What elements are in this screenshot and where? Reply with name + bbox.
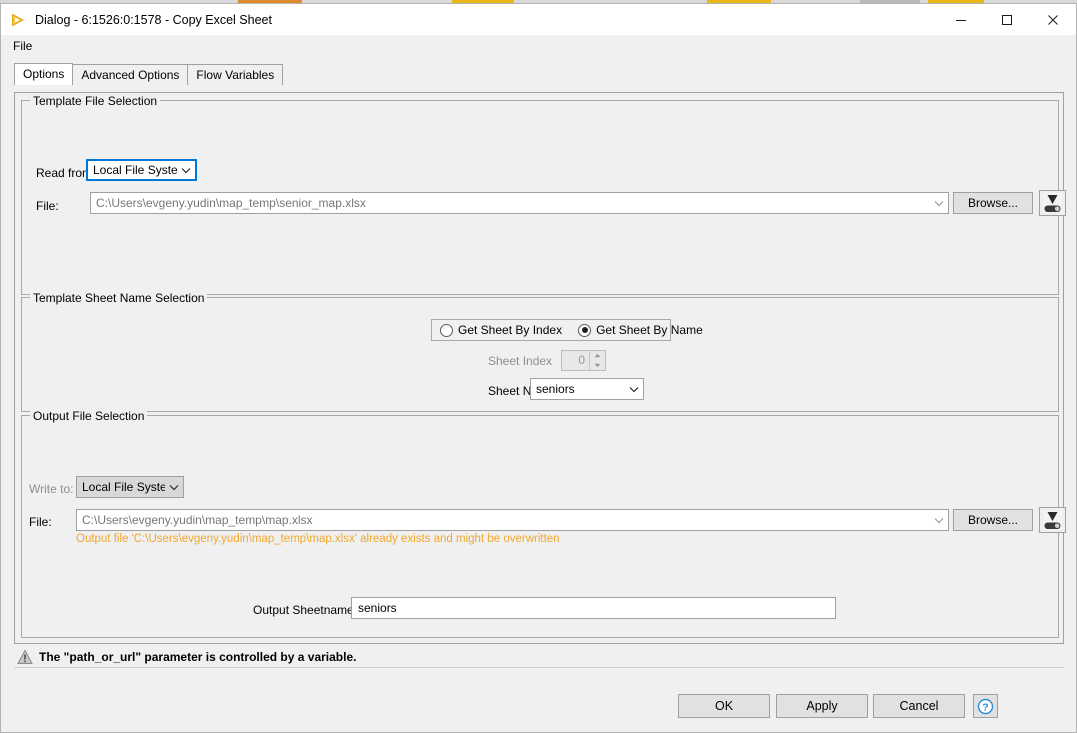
status-message: The "path_or_url" parameter is controlle… [39,649,357,664]
sheet-name-combo[interactable]: seniors [530,378,644,400]
window-controls [938,4,1076,35]
radio-get-sheet-by-index[interactable]: Get Sheet By Index [432,323,570,337]
cancel-button[interactable]: Cancel [873,694,965,718]
output-file-selection-title: Output File Selection [30,409,148,423]
template-flow-variable-button[interactable] [1039,190,1066,216]
output-file-selection-group: Output File Selection Write to: Local Fi… [21,409,1066,638]
output-file-path-combo[interactable]: C:\Users\evgeny.yudin\map_temp\map.xlsx [76,509,949,531]
write-to-combo[interactable]: Local File System [76,476,184,498]
output-overwrite-warning: Output file 'C:\Users\evgeny.yudin\map_t… [76,533,560,545]
write-to-value: Local File System [82,480,165,494]
spinner-arrows[interactable] [589,351,605,370]
menu-bar: File [1,35,1076,56]
chevron-down-icon [930,517,948,524]
options-tab-panel: Template File Selection Read from: Local… [14,92,1066,644]
radio-label-index: Get Sheet By Index [458,323,563,337]
apply-button[interactable]: Apply [776,694,868,718]
sheet-index-label: Sheet Index [488,354,553,368]
template-browse-button[interactable]: Browse... [953,192,1033,214]
read-from-value: Local File System [93,163,177,177]
tab-options[interactable]: Options [14,63,74,85]
template-file-selection-title: Template File Selection [30,94,161,108]
svg-text:?: ? [982,701,988,713]
write-to-label: Write to: [29,482,74,496]
template-file-selection-group: Template File Selection Read from: Local… [21,94,1066,295]
output-file-path-value: C:\Users\evgeny.yudin\map_temp\map.xlsx [82,513,313,527]
output-browse-button[interactable]: Browse... [953,509,1033,531]
output-sheetname-label: Output Sheetname [253,603,354,617]
tab-flow-variables[interactable]: Flow Variables [187,64,284,85]
help-question-icon: ? [977,698,994,714]
output-file-label: File: [29,515,52,529]
window-title: Dialog - 6:1526:0:1578 - Copy Excel Shee… [35,12,272,27]
spinner-up-icon[interactable] [590,351,605,361]
dialog-button-bar: OK Apply Cancel ? [2,679,1075,732]
tab-advanced-options[interactable]: Advanced Options [72,64,189,85]
template-file-path-combo[interactable]: C:\Users\evgeny.yudin\map_temp\senior_ma… [90,192,949,214]
chevron-down-icon [625,386,643,393]
radio-dot-name [578,323,592,337]
minimize-icon[interactable] [938,4,984,35]
output-sheetname-input[interactable]: seniors [351,597,836,619]
status-bar: The "path_or_url" parameter is controlle… [14,646,1064,668]
flow-variable-icon [1043,510,1062,530]
help-button[interactable]: ? [973,694,998,718]
knime-triangle-icon [10,12,26,28]
title-bar: Dialog - 6:1526:0:1578 - Copy Excel Shee… [1,4,1076,35]
sheet-index-spinner[interactable]: 0 [561,350,606,371]
maximize-icon[interactable] [984,4,1030,35]
sheet-index-value: 0 [578,353,585,367]
output-sheetname-value: seniors [358,601,397,615]
template-sheet-selection-group: Template Sheet Name Selection Get Sheet … [21,291,1059,412]
sheet-selection-radio-group: Get Sheet By Index Get Sheet By Name [431,319,703,341]
sheet-name-value: seniors [536,382,575,396]
radio-label-name: Get Sheet By Name [596,323,703,337]
chevron-down-icon [930,200,948,207]
output-flow-variable-button[interactable] [1039,507,1066,533]
tab-strip: Options Advanced Options Flow Variables [14,63,1076,85]
ok-button[interactable]: OK [678,694,770,718]
spinner-down-icon[interactable] [590,361,605,371]
warning-triangle-icon [17,648,33,665]
flow-variable-icon [1043,193,1062,213]
chevron-down-icon [177,167,195,174]
radio-dot-index [440,323,453,337]
template-file-path-value: C:\Users\evgeny.yudin\map_temp\senior_ma… [96,196,366,210]
menu-item-file[interactable]: File [9,37,36,55]
radio-get-sheet-by-name[interactable]: Get Sheet By Name [570,323,711,337]
close-icon[interactable] [1030,4,1076,35]
read-from-combo[interactable]: Local File System [86,159,197,181]
template-sheet-selection-title: Template Sheet Name Selection [30,291,208,305]
chevron-down-icon [165,484,183,491]
template-file-label: File: [36,199,59,213]
dialog-window: Dialog - 6:1526:0:1578 - Copy Excel Shee… [0,3,1077,733]
